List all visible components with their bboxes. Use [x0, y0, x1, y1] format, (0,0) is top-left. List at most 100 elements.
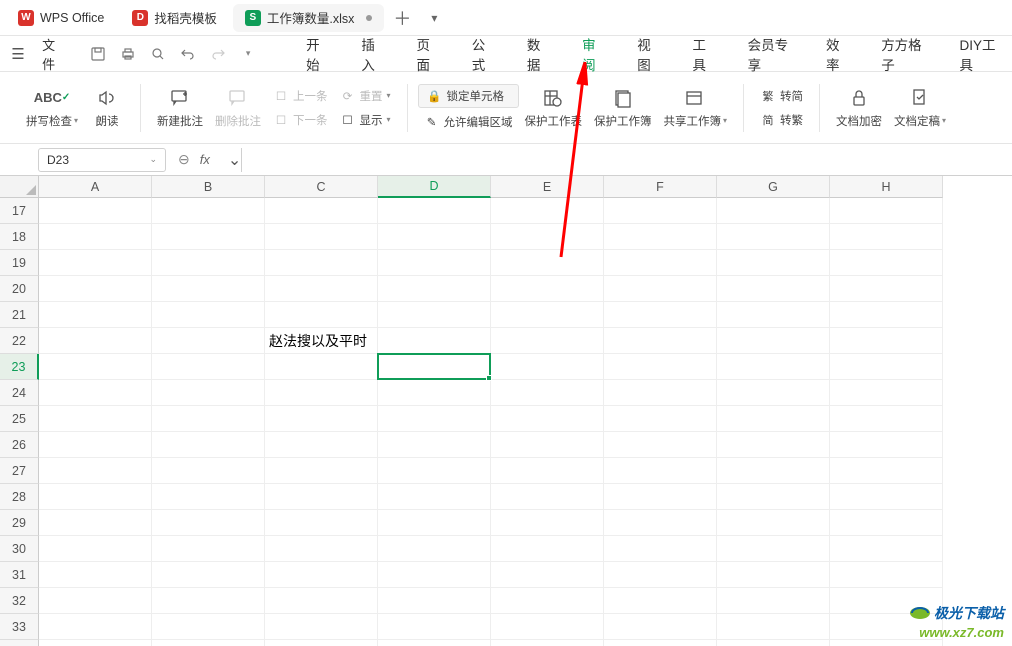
cell-D18[interactable]: [378, 224, 491, 250]
cell-C20[interactable]: [265, 276, 378, 302]
tab-overflow-button[interactable]: ▾: [420, 4, 448, 32]
cell-A33[interactable]: [39, 614, 152, 640]
cell-F21[interactable]: [604, 302, 717, 328]
cell-G26[interactable]: [717, 432, 830, 458]
cell-G27[interactable]: [717, 458, 830, 484]
cell-D23[interactable]: [378, 354, 491, 380]
cell-D31[interactable]: [378, 562, 491, 588]
cell-C18[interactable]: [265, 224, 378, 250]
cell-G23[interactable]: [717, 354, 830, 380]
cell-E33[interactable]: [491, 614, 604, 640]
tab-data[interactable]: 数据: [523, 34, 554, 74]
cell-B30[interactable]: [152, 536, 265, 562]
doc-encrypt-button[interactable]: 文档加密: [830, 85, 888, 131]
row-header-27[interactable]: 27: [0, 458, 39, 484]
col-header-F[interactable]: F: [604, 176, 717, 198]
cell-F32[interactable]: [604, 588, 717, 614]
doc-verify-button[interactable]: 文档定稿▾: [888, 85, 952, 131]
cell-A17[interactable]: [39, 198, 152, 224]
cell-F27[interactable]: [604, 458, 717, 484]
new-comment-button[interactable]: 新建批注: [151, 85, 209, 131]
cell-C31[interactable]: [265, 562, 378, 588]
cell-D19[interactable]: [378, 250, 491, 276]
cell-B18[interactable]: [152, 224, 265, 250]
cell-H28[interactable]: [830, 484, 943, 510]
redo-icon[interactable]: [208, 44, 228, 64]
cell-G19[interactable]: [717, 250, 830, 276]
cell-C26[interactable]: [265, 432, 378, 458]
cell-B19[interactable]: [152, 250, 265, 276]
row-header-30[interactable]: 30: [0, 536, 39, 562]
cell-D21[interactable]: [378, 302, 491, 328]
cell-B25[interactable]: [152, 406, 265, 432]
cell-E31[interactable]: [491, 562, 604, 588]
cell-H29[interactable]: [830, 510, 943, 536]
read-button[interactable]: 朗读: [84, 85, 130, 131]
cells-area[interactable]: 赵法搜以及平时: [39, 198, 943, 646]
cell-G34[interactable]: [717, 640, 830, 646]
cell-G33[interactable]: [717, 614, 830, 640]
col-header-C[interactable]: C: [265, 176, 378, 198]
cell-G31[interactable]: [717, 562, 830, 588]
tab-diy[interactable]: DIY工具: [956, 34, 1007, 74]
tab-add-button[interactable]: ＋: [388, 4, 416, 32]
row-header-20[interactable]: 20: [0, 276, 39, 302]
tab-wps-office[interactable]: W WPS Office: [6, 4, 116, 32]
row-header-26[interactable]: 26: [0, 432, 39, 458]
cell-C27[interactable]: [265, 458, 378, 484]
share-book-button[interactable]: 共享工作簿▾: [658, 85, 734, 131]
tab-insert[interactable]: 插入: [357, 34, 388, 74]
tab-member[interactable]: 会员专享: [744, 34, 798, 74]
cell-F17[interactable]: [604, 198, 717, 224]
row-header-21[interactable]: 21: [0, 302, 39, 328]
cell-H22[interactable]: [830, 328, 943, 354]
cell-E19[interactable]: [491, 250, 604, 276]
convert-simple-button[interactable]: 繁转简: [754, 86, 809, 106]
cell-E21[interactable]: [491, 302, 604, 328]
row-header-17[interactable]: 17: [0, 198, 39, 224]
cell-B31[interactable]: [152, 562, 265, 588]
row-header-32[interactable]: 32: [0, 588, 39, 614]
col-header-E[interactable]: E: [491, 176, 604, 198]
cell-F25[interactable]: [604, 406, 717, 432]
row-header-33[interactable]: 33: [0, 614, 39, 640]
tab-ffgz[interactable]: 方方格子: [877, 34, 931, 74]
tab-tools[interactable]: 工具: [688, 34, 719, 74]
cell-D33[interactable]: [378, 614, 491, 640]
tab-view[interactable]: 视图: [633, 34, 664, 74]
cell-D34[interactable]: [378, 640, 491, 646]
cell-F33[interactable]: [604, 614, 717, 640]
spreadsheet-grid[interactable]: ABCDEFGH 1718192021222324252627282930313…: [0, 176, 1012, 646]
cell-B24[interactable]: [152, 380, 265, 406]
cell-B17[interactable]: [152, 198, 265, 224]
preview-icon[interactable]: [148, 44, 168, 64]
cell-D29[interactable]: [378, 510, 491, 536]
cell-F18[interactable]: [604, 224, 717, 250]
cell-H34[interactable]: [830, 640, 943, 646]
col-header-G[interactable]: G: [717, 176, 830, 198]
row-header-23[interactable]: 23: [0, 354, 39, 380]
cell-F23[interactable]: [604, 354, 717, 380]
cell-D17[interactable]: [378, 198, 491, 224]
col-header-A[interactable]: A: [39, 176, 152, 198]
cell-E30[interactable]: [491, 536, 604, 562]
col-header-D[interactable]: D: [378, 176, 491, 198]
cell-E22[interactable]: [491, 328, 604, 354]
cell-D28[interactable]: [378, 484, 491, 510]
convert-trad-button[interactable]: 简转繁: [754, 110, 809, 130]
cell-F30[interactable]: [604, 536, 717, 562]
cell-G22[interactable]: [717, 328, 830, 354]
cell-H23[interactable]: [830, 354, 943, 380]
cell-C30[interactable]: [265, 536, 378, 562]
cell-A34[interactable]: [39, 640, 152, 646]
cell-C17[interactable]: [265, 198, 378, 224]
cell-F24[interactable]: [604, 380, 717, 406]
cell-A29[interactable]: [39, 510, 152, 536]
cell-A24[interactable]: [39, 380, 152, 406]
cell-A25[interactable]: [39, 406, 152, 432]
cell-C28[interactable]: [265, 484, 378, 510]
cell-E23[interactable]: [491, 354, 604, 380]
cell-H17[interactable]: [830, 198, 943, 224]
cell-G18[interactable]: [717, 224, 830, 250]
select-all-corner[interactable]: [0, 176, 39, 198]
